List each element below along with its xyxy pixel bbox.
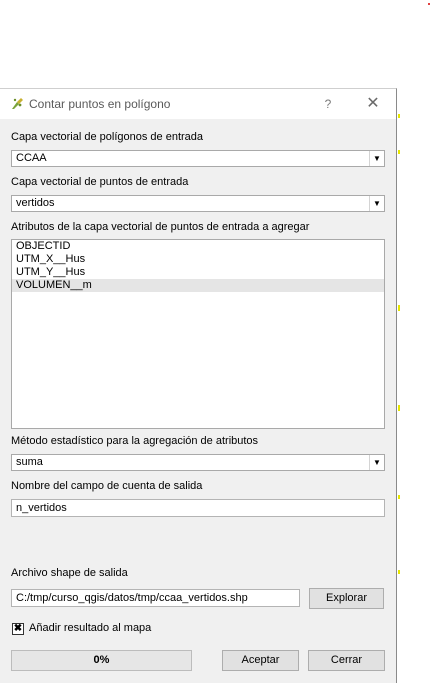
polygon-layer-combo[interactable]: CCAA ▼ [11, 150, 385, 167]
chevron-down-icon[interactable]: ▼ [369, 151, 384, 166]
background-marker [398, 305, 400, 311]
close-button[interactable]: ✕ [364, 94, 382, 114]
polygon-layer-value: CCAA [16, 152, 47, 164]
polygon-layer-label: Capa vectorial de polígonos de entrada [11, 131, 204, 143]
list-item-selected[interactable]: VOLUMEN__m [12, 279, 384, 292]
background-marker [398, 405, 400, 411]
point-layer-combo[interactable]: vertidos ▼ [11, 195, 385, 212]
background-marker [398, 495, 400, 499]
attributes-list[interactable]: OBJECTID UTM_X__Hus UTM_Y__Hus VOLUMEN__… [11, 239, 385, 429]
browse-button[interactable]: Explorar [309, 588, 384, 609]
point-layer-value: vertidos [16, 197, 55, 209]
close-dialog-button[interactable]: Cerrar [308, 650, 385, 671]
background-marker [398, 150, 400, 154]
help-button[interactable]: ? [320, 95, 336, 113]
progress-bar: 0% [11, 650, 192, 671]
attributes-label: Atributos de la capa vectorial de puntos… [11, 221, 310, 233]
chevron-down-icon[interactable]: ▼ [369, 455, 384, 470]
add-to-map-checkbox[interactable]: ✖ [12, 623, 24, 635]
background-marker [398, 114, 400, 118]
accept-button[interactable]: Aceptar [222, 650, 299, 671]
list-item[interactable]: UTM_Y__Hus [12, 266, 384, 279]
title-bar[interactable]: Contar puntos en polígono ? ✕ [0, 89, 396, 119]
processing-tool-icon [12, 98, 23, 109]
count-field-label: Nombre del campo de cuenta de salida [11, 480, 203, 492]
list-item[interactable]: OBJECTID [12, 240, 384, 253]
statistic-label: Método estadístico para la agregación de… [11, 435, 259, 447]
statistic-value: suma [16, 456, 43, 468]
background-marker [398, 570, 400, 574]
output-path-input[interactable] [12, 590, 299, 606]
output-path-box[interactable] [11, 589, 300, 607]
count-field-box[interactable] [11, 499, 385, 517]
count-field-input[interactable] [12, 500, 384, 516]
dialog-title: Contar puntos en polígono [29, 97, 171, 111]
list-item[interactable]: UTM_X__Hus [12, 253, 384, 266]
progress-text: 0% [93, 654, 110, 666]
statistic-combo[interactable]: suma ▼ [11, 454, 385, 471]
count-points-dialog: Contar puntos en polígono ? ✕ Capa vecto… [0, 88, 397, 683]
background-red-dot [428, 3, 430, 5]
add-to-map-label[interactable]: Añadir resultado al mapa [29, 622, 151, 634]
point-layer-label: Capa vectorial de puntos de entrada [11, 176, 189, 188]
output-label: Archivo shape de salida [11, 567, 128, 579]
chevron-down-icon[interactable]: ▼ [369, 196, 384, 211]
